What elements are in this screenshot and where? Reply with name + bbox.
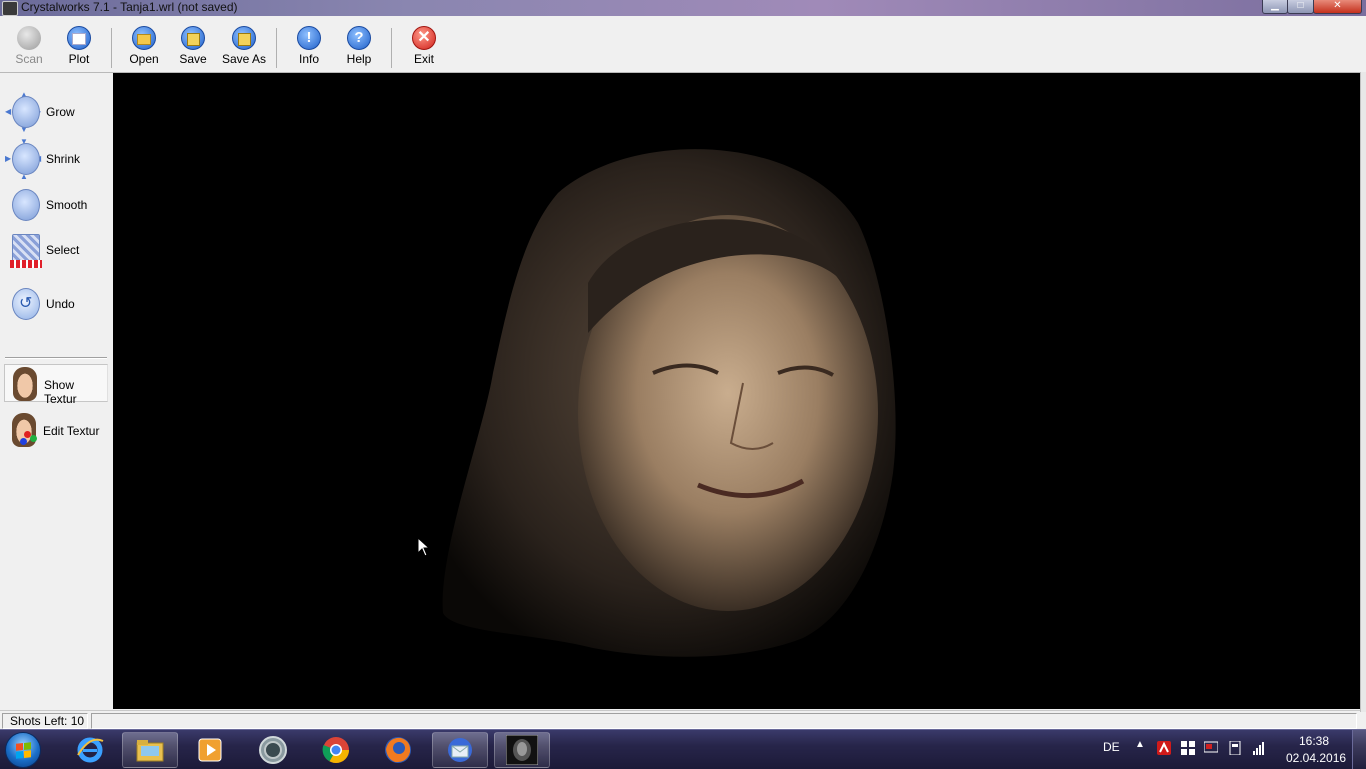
taskbar-internet-explorer[interactable] — [62, 732, 118, 768]
app-icon — [2, 1, 18, 16]
face-thumbnail-icon — [13, 367, 37, 401]
taskbar-media-player[interactable] — [182, 732, 238, 768]
exit-button[interactable]: ✕ Exit — [399, 26, 449, 72]
toolbar-separator — [111, 28, 112, 68]
toolbar-separator — [276, 28, 277, 68]
scan-label: Scan — [15, 52, 43, 66]
edit-texture-label: Edit Textur — [43, 424, 100, 438]
window-title: Crystalworks 7.1 - Tanja1.wrl (not saved… — [21, 0, 238, 14]
save-as-button[interactable]: Save As — [218, 26, 270, 72]
plot-icon — [67, 26, 91, 50]
grow-label: Grow — [46, 105, 75, 119]
select-marker-icon — [10, 260, 42, 268]
shrink-face-icon — [12, 143, 40, 175]
undo-label: Undo — [46, 297, 75, 311]
help-button[interactable]: ? Help — [334, 26, 384, 72]
windows-taskbar: DE ▲ 16:38 02.04.2016 — [0, 729, 1366, 769]
shrink-label: Shrink — [46, 152, 81, 166]
status-bar: Shots Left: 10 — [0, 710, 1360, 731]
thunderbird-icon — [448, 738, 472, 762]
edit-texture-button[interactable]: Edit Textur — [4, 411, 108, 449]
exit-icon: ✕ — [412, 26, 436, 50]
clock-time[interactable]: 16:38 — [1299, 734, 1329, 748]
tool-sidebar: ▲▼ ◀▶ Grow ▼▲ ▶◀ Shrink Smooth Select Un… — [0, 73, 112, 709]
toolbar-separator — [391, 28, 392, 68]
status-panel — [91, 713, 1357, 729]
select-button[interactable]: Select — [8, 230, 108, 270]
scan-icon — [17, 26, 41, 50]
open-label: Open — [129, 52, 159, 66]
antivirus-icon[interactable] — [1157, 741, 1171, 755]
save-as-label: Save As — [221, 52, 267, 66]
plot-button[interactable]: Plot — [54, 26, 104, 72]
sidebar-divider — [5, 357, 107, 359]
save-button[interactable]: Save — [168, 26, 218, 72]
clock-date[interactable]: 02.04.2016 — [1286, 751, 1346, 765]
folder-icon — [136, 740, 164, 762]
taskbar-chrome[interactable] — [308, 732, 364, 768]
mouse-pointer-icon — [417, 537, 431, 557]
internet-explorer-icon — [77, 737, 104, 763]
face-3d-model — [442, 149, 896, 657]
device-icon[interactable] — [1228, 741, 1242, 755]
app-window: Scan Plot Open Save Save As ! Info ? Hel… — [0, 16, 1366, 731]
folder-icon — [132, 26, 156, 50]
taskbar-crystalworks[interactable] — [494, 732, 550, 768]
windows-logo-icon — [16, 742, 31, 759]
smooth-face-icon — [12, 189, 40, 221]
taskbar-app[interactable] — [245, 732, 301, 768]
toolbar: Scan Plot Open Save Save As ! Info ? Hel… — [0, 20, 1360, 73]
show-texture-label: Show Textur — [44, 378, 77, 406]
shrink-button[interactable]: ▼▲ ▶◀ Shrink — [5, 137, 108, 181]
show-hidden-icons-button[interactable]: ▲ — [1135, 739, 1145, 750]
network-signal-icon[interactable] — [1252, 741, 1266, 755]
firefox-icon — [385, 737, 411, 763]
undo-button[interactable]: Undo — [8, 284, 108, 324]
save-as-icon — [232, 26, 256, 50]
taskbar-thunderbird[interactable] — [432, 732, 488, 768]
3d-viewport[interactable] — [113, 73, 1360, 709]
close-button[interactable]: ✕ — [1313, 0, 1362, 14]
help-icon: ? — [347, 26, 371, 50]
exit-label: Exit — [413, 52, 434, 66]
select-label: Select — [46, 243, 80, 257]
media-player-icon — [198, 738, 222, 762]
display-icon[interactable] — [1204, 741, 1218, 755]
smooth-label: Smooth — [46, 198, 88, 212]
save-label: Save — [179, 52, 207, 66]
title-bar[interactable]: Crystalworks 7.1 - Tanja1.wrl (not saved… — [0, 0, 1366, 16]
chrome-icon — [322, 737, 350, 764]
shots-left-status: Shots Left: 10 — [2, 713, 88, 729]
undo-icon — [12, 288, 40, 320]
info-label: Info — [298, 52, 319, 66]
action-center-flag-icon[interactable] — [1181, 741, 1195, 755]
start-button[interactable] — [5, 732, 41, 768]
maximize-button[interactable]: □ — [1287, 0, 1314, 14]
grow-face-icon — [12, 96, 40, 128]
minimize-button[interactable]: ▁ — [1262, 0, 1288, 14]
taskbar-firefox[interactable] — [370, 732, 426, 768]
info-button[interactable]: ! Info — [284, 26, 334, 72]
open-button[interactable]: Open — [119, 26, 169, 72]
help-label: Help — [346, 52, 372, 66]
smooth-button[interactable]: Smooth — [8, 185, 108, 225]
language-indicator[interactable]: DE — [1103, 740, 1120, 754]
grow-button[interactable]: ▲▼ ◀▶ Grow — [5, 90, 108, 134]
taskbar-explorer[interactable] — [122, 732, 178, 768]
info-icon: ! — [297, 26, 321, 50]
round-app-icon — [259, 736, 287, 764]
plot-label: Plot — [68, 52, 90, 66]
save-icon — [181, 26, 205, 50]
scan-button[interactable]: Scan — [4, 26, 54, 72]
show-texture-button[interactable]: Show Textur — [4, 364, 108, 406]
crystalworks-app-icon — [506, 735, 538, 765]
show-desktop-button[interactable] — [1352, 730, 1366, 769]
window-right-edge — [1360, 72, 1366, 712]
